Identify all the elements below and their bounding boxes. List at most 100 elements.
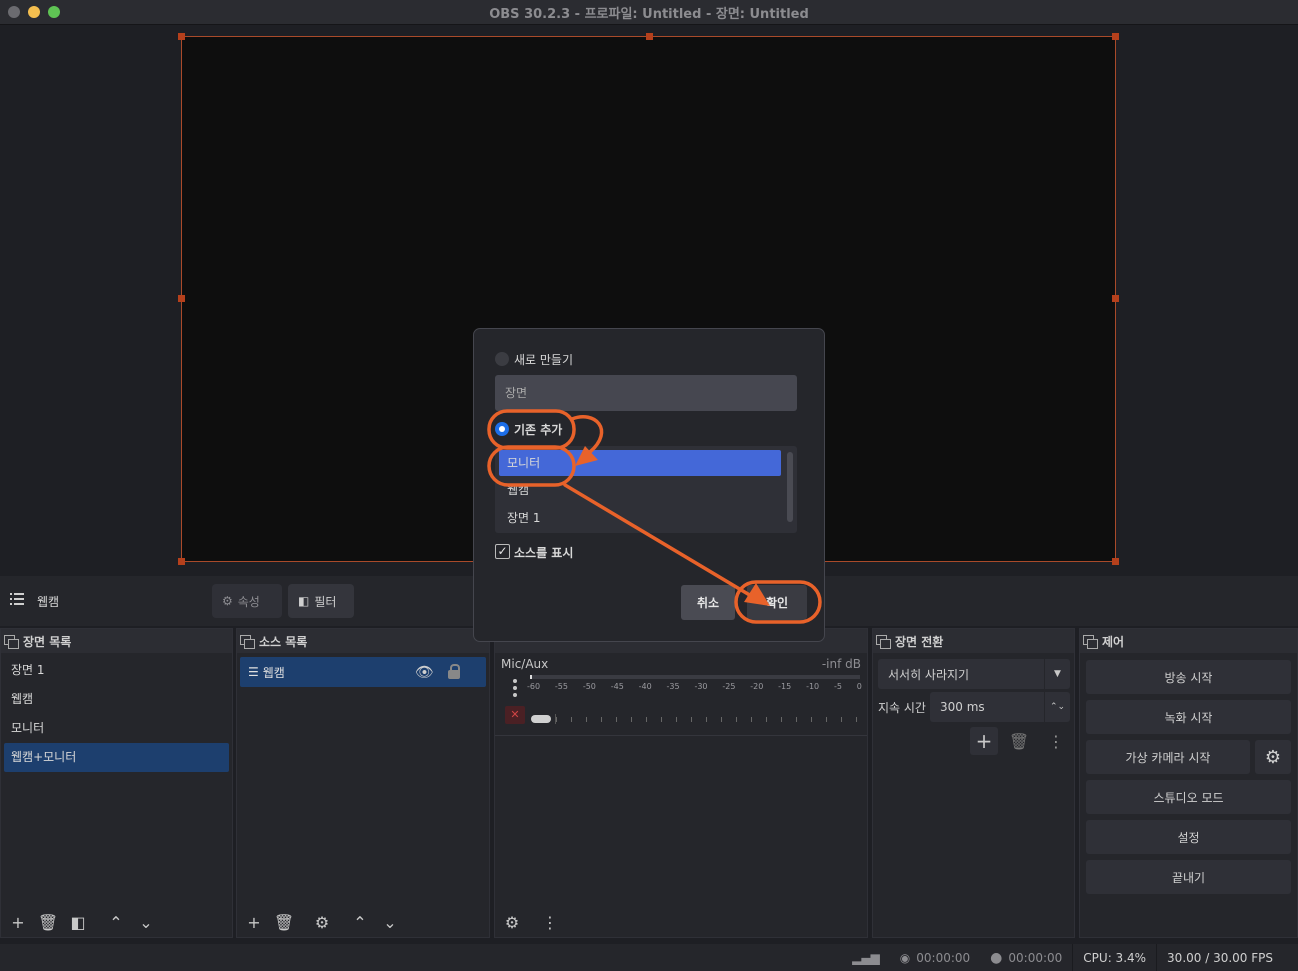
dock-icon — [876, 635, 891, 649]
dock-icon — [1083, 635, 1098, 649]
start-streaming-button[interactable]: 방송 시작 — [1086, 660, 1291, 694]
start-virtual-camera-button[interactable]: 가상 카메라 시작 — [1086, 740, 1250, 774]
gear-icon[interactable]: ⚙ — [309, 910, 335, 934]
scenes-dock-header: 장면 목록 — [1, 629, 232, 653]
create-new-radio[interactable] — [495, 352, 509, 366]
transitions-dock-title: 장면 전환 — [895, 634, 944, 649]
move-down-icon[interactable]: ⌄ — [133, 910, 159, 934]
existing-scene-item-selected[interactable]: 모니터 — [499, 450, 781, 476]
volume-meter — [530, 675, 860, 679]
tick-label: -25 — [722, 682, 736, 691]
stream-time: 00:00:00 — [916, 950, 971, 965]
scenes-dock-footer: + 🗑 ◧ ⌃ ⌄ — [1, 907, 232, 937]
volume-slider-track[interactable] — [555, 714, 860, 724]
scene-filter-icon[interactable]: ◧ — [65, 910, 91, 934]
duration-value: 300 ms — [940, 700, 985, 714]
controls-dock-title: 제어 — [1102, 634, 1125, 649]
stepper-icon[interactable]: ⌃⌄ — [1044, 692, 1070, 722]
minimize-window-button[interactable] — [28, 6, 40, 18]
divider — [495, 735, 867, 736]
close-window-button[interactable] — [8, 6, 20, 18]
add-scene-button[interactable]: + — [5, 910, 31, 934]
transitions-dock-header: 장면 전환 — [873, 629, 1074, 653]
show-sources-checkbox[interactable]: ✓ — [495, 544, 510, 559]
volume-slider-knob[interactable] — [531, 715, 551, 723]
status-bar: ▂▄▆ ◉ 00:00:00 ● 00:00:00 CPU: 3.4% 30.0… — [0, 944, 1298, 971]
window-title: OBS 30.2.3 - 프로파일: Untitled - 장면: Untitl… — [489, 6, 809, 22]
add-existing-label: 기존 추가 — [514, 423, 563, 437]
sources-dock-header: 소스 목록 — [237, 629, 489, 653]
sources-dock-title: 소스 목록 — [259, 634, 308, 649]
source-item[interactable]: ☰ 웹캠 👁 — [240, 657, 486, 687]
channel-menu-icon[interactable] — [513, 679, 517, 697]
ok-button[interactable]: 확인 — [747, 585, 807, 620]
muted-speaker-icon[interactable]: ✕ — [505, 706, 525, 724]
resize-handle[interactable] — [178, 558, 185, 565]
transition-type-select[interactable]: 서서히 사라지기 ▼ — [878, 659, 1070, 689]
list-icon — [10, 593, 24, 605]
dock-icon — [240, 635, 255, 649]
show-sources-label: 소스를 표시 — [514, 546, 574, 560]
eye-icon[interactable]: 👁 — [415, 663, 434, 681]
controls-dock-header: 제어 — [1080, 629, 1297, 653]
resize-handle[interactable] — [646, 33, 653, 40]
chevron-down-icon: ▼ — [1044, 659, 1070, 689]
lock-icon[interactable] — [448, 664, 460, 679]
source-item-label: 웹캠 — [262, 665, 285, 680]
start-recording-button[interactable]: 녹화 시작 — [1086, 700, 1291, 734]
move-down-icon[interactable]: ⌄ — [377, 910, 403, 934]
scrollbar[interactable] — [787, 452, 793, 522]
studio-mode-button[interactable]: 스튜디오 모드 — [1086, 780, 1291, 814]
properties-button[interactable]: ⚙ 속성 — [212, 584, 282, 618]
filters-button[interactable]: ◧ 필터 — [288, 584, 354, 618]
scene-item[interactable]: 모니터 — [1, 714, 232, 743]
tick-label: -10 — [806, 682, 820, 691]
trash-icon[interactable]: 🗑 — [271, 910, 297, 934]
scene-item[interactable]: 장면 1 — [1, 656, 232, 685]
mixer-channel-name: Mic/Aux — [501, 657, 549, 671]
transition-type-value: 서서히 사라지기 — [888, 667, 970, 682]
tick-label: -50 — [582, 682, 596, 691]
tick-label: -60 — [527, 682, 541, 691]
duration-spinbox[interactable]: 300 ms ⌃⌄ — [930, 692, 1070, 722]
trash-icon[interactable]: 🗑 — [1006, 729, 1032, 753]
filter-icon: ◧ — [298, 594, 310, 608]
existing-scene-item[interactable]: 장면 1 — [495, 504, 797, 532]
transitions-dock: 장면 전환 서서히 사라지기 ▼ 지속 시간 300 ms ⌃⌄ + 🗑 ⋮ — [872, 628, 1075, 938]
trash-icon[interactable]: 🗑 — [35, 910, 61, 934]
virtual-camera-gear-icon[interactable]: ⚙ — [1255, 740, 1291, 774]
add-existing-radio[interactable] — [495, 422, 509, 436]
record-time: 00:00:00 — [1008, 950, 1063, 965]
add-source-button[interactable]: + — [241, 910, 267, 934]
mixer-dock-footer: ⚙ ⋮ — [495, 907, 867, 937]
tick-label: 0 — [856, 682, 862, 691]
move-up-icon[interactable]: ⌃ — [347, 910, 373, 934]
record-icon: ● — [990, 949, 1003, 966]
resize-handle[interactable] — [178, 33, 185, 40]
transition-menu-icon[interactable]: ⋮ — [1043, 729, 1069, 753]
settings-button[interactable]: 설정 — [1086, 820, 1291, 854]
resize-handle[interactable] — [1112, 33, 1119, 40]
scene-name-input[interactable]: 장면 — [495, 375, 797, 411]
resize-handle[interactable] — [178, 295, 185, 302]
maximize-window-button[interactable] — [48, 6, 60, 18]
exit-button[interactable]: 끝내기 — [1086, 860, 1291, 894]
advanced-audio-gear-icon[interactable]: ⚙ — [499, 910, 525, 934]
cancel-button[interactable]: 취소 — [681, 585, 735, 620]
resize-handle[interactable] — [1112, 295, 1119, 302]
properties-label: 속성 — [237, 594, 260, 609]
window-titlebar: OBS 30.2.3 - 프로파일: Untitled - 장면: Untitl… — [0, 0, 1298, 25]
move-up-icon[interactable]: ⌃ — [103, 910, 129, 934]
scene-item-selected[interactable]: 웹캠+모니터 — [4, 743, 229, 772]
resize-handle[interactable] — [1112, 558, 1119, 565]
add-scene-dialog: 새로 만들기 장면 기존 추가 모니터 웹캠 장면 1 ✓ 소스를 표시 취소 … — [473, 328, 825, 642]
create-new-label: 새로 만들기 — [514, 353, 574, 367]
stream-status: ◉ 00:00:00 — [890, 944, 980, 971]
mixer-menu-icon[interactable]: ⋮ — [537, 910, 563, 934]
existing-scene-item[interactable]: 웹캠 — [495, 476, 797, 504]
meter-ticks: -60 -55 -50 -45 -40 -35 -30 -25 -20 -15 … — [527, 682, 862, 691]
tick-label: -15 — [778, 682, 792, 691]
add-transition-button[interactable]: + — [970, 727, 998, 755]
scene-item[interactable]: 웹캠 — [1, 685, 232, 714]
existing-scenes-list[interactable]: 모니터 웹캠 장면 1 — [495, 446, 797, 533]
